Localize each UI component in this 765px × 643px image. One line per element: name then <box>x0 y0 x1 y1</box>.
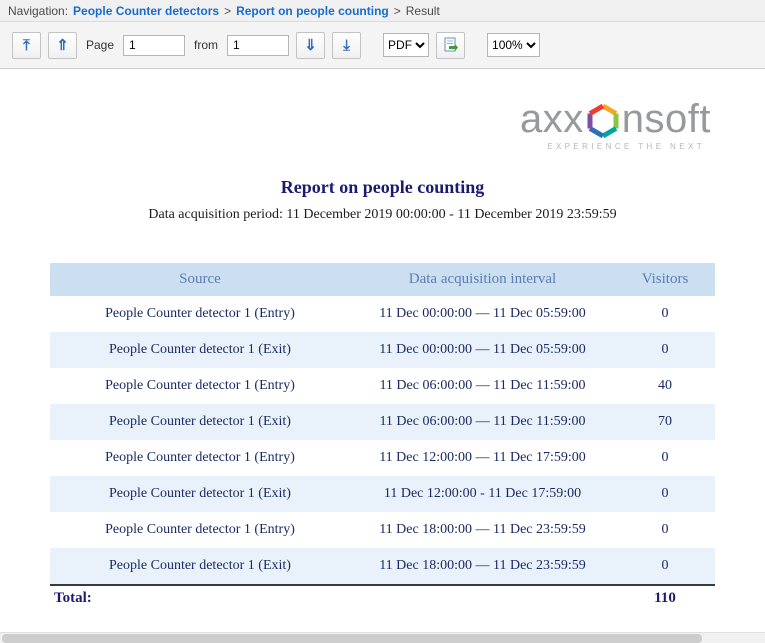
report-title: Report on people counting <box>0 177 765 198</box>
total-label: Total: <box>50 585 350 617</box>
breadcrumb-link-people-counter-detectors[interactable]: People Counter detectors <box>73 4 219 18</box>
cell-interval: 11 Dec 18:00:00 — 11 Dec 23:59:59 <box>350 548 615 585</box>
breadcrumb-current-result: Result <box>406 4 440 18</box>
report-table-container: Source Data acquisition interval Visitor… <box>50 263 715 617</box>
cell-source: People Counter detector 1 (Entry) <box>50 440 350 476</box>
cell-visitors: 0 <box>615 476 715 512</box>
cell-visitors: 0 <box>615 512 715 548</box>
page-label: Page <box>86 38 114 52</box>
table-row: People Counter detector 1 (Exit) 11 Dec … <box>50 404 715 440</box>
table-row: People Counter detector 1 (Entry) 11 Dec… <box>50 368 715 404</box>
cell-visitors: 70 <box>615 404 715 440</box>
column-header-interval: Data acquisition interval <box>350 263 615 296</box>
table-row: People Counter detector 1 (Exit) 11 Dec … <box>50 548 715 585</box>
total-spacer <box>350 585 615 617</box>
logo-tagline: EXPERIENCE THE NEXT <box>50 142 711 151</box>
horizontal-scrollbar-thumb[interactable] <box>2 634 702 643</box>
arrow-up-bar-icon: ⤒ <box>23 37 30 54</box>
arrow-down-icon: ⇓ <box>304 36 317 54</box>
previous-page-button[interactable]: ⇑ <box>48 32 77 59</box>
breadcrumb: Navigation: People Counter detectors > R… <box>0 0 765 22</box>
cell-interval: 11 Dec 12:00:00 - 11 Dec 17:59:00 <box>350 476 615 512</box>
table-row: People Counter detector 1 (Exit) 11 Dec … <box>50 476 715 512</box>
cell-source: People Counter detector 1 (Exit) <box>50 476 350 512</box>
cell-interval: 11 Dec 12:00:00 — 11 Dec 17:59:00 <box>350 440 615 476</box>
next-page-button[interactable]: ⇓ <box>296 32 325 59</box>
report-page: axx nsoft EXPERIENCE THE NEXT Report on … <box>0 69 765 617</box>
axxonsoft-logo: axx nsoft EXPERIENCE THE NEXT <box>50 99 715 151</box>
cell-visitors: 0 <box>615 440 715 476</box>
table-row: People Counter detector 1 (Entry) 11 Dec… <box>50 512 715 548</box>
breadcrumb-link-report-on-people-counting[interactable]: Report on people counting <box>236 4 389 18</box>
breadcrumb-separator: > <box>394 4 401 18</box>
arrow-down-bar-icon: ⤓ <box>343 37 350 54</box>
cell-source: People Counter detector 1 (Entry) <box>50 368 350 404</box>
report-subtitle: Data acquisition period: 11 December 201… <box>0 207 765 223</box>
cell-visitors: 0 <box>615 548 715 585</box>
cell-source: People Counter detector 1 (Exit) <box>50 404 350 440</box>
cell-visitors: 0 <box>615 332 715 368</box>
column-header-visitors: Visitors <box>615 263 715 296</box>
last-page-button[interactable]: ⤓ <box>332 32 361 59</box>
hexagon-logo-icon <box>586 103 620 139</box>
export-document-icon <box>443 37 459 53</box>
logo-text-right: nsoft <box>622 99 711 139</box>
cell-visitors: 0 <box>615 296 715 332</box>
cell-interval: 11 Dec 00:00:00 — 11 Dec 05:59:00 <box>350 296 615 332</box>
export-format-select[interactable]: PDF <box>383 33 429 57</box>
people-counting-table: Source Data acquisition interval Visitor… <box>50 263 715 617</box>
table-row: People Counter detector 1 (Entry) 11 Dec… <box>50 296 715 332</box>
cell-interval: 11 Dec 06:00:00 — 11 Dec 11:59:00 <box>350 404 615 440</box>
total-value: 110 <box>615 585 715 617</box>
table-row: People Counter detector 1 (Entry) 11 Dec… <box>50 440 715 476</box>
table-row: People Counter detector 1 (Exit) 11 Dec … <box>50 332 715 368</box>
first-page-button[interactable]: ⤒ <box>12 32 41 59</box>
cell-interval: 11 Dec 00:00:00 — 11 Dec 05:59:00 <box>350 332 615 368</box>
column-header-source: Source <box>50 263 350 296</box>
page-number-input[interactable] <box>123 35 185 56</box>
cell-interval: 11 Dec 06:00:00 — 11 Dec 11:59:00 <box>350 368 615 404</box>
cell-source: People Counter detector 1 (Entry) <box>50 296 350 332</box>
cell-source: People Counter detector 1 (Exit) <box>50 332 350 368</box>
horizontal-scrollbar[interactable] <box>0 632 765 643</box>
cell-source: People Counter detector 1 (Exit) <box>50 548 350 585</box>
cell-source: People Counter detector 1 (Entry) <box>50 512 350 548</box>
report-toolbar: ⤒ ⇑ Page from ⇓ ⤓ PDF 100% <box>0 22 765 69</box>
table-header-row: Source Data acquisition interval Visitor… <box>50 263 715 296</box>
table-total-row: Total: 110 <box>50 585 715 617</box>
from-label: from <box>194 38 218 52</box>
breadcrumb-separator: > <box>224 4 231 18</box>
arrow-up-icon: ⇑ <box>56 36 69 54</box>
logo-text-left: axx <box>520 99 584 139</box>
page-total-input[interactable] <box>227 35 289 56</box>
cell-interval: 11 Dec 18:00:00 — 11 Dec 23:59:59 <box>350 512 615 548</box>
breadcrumb-prefix: Navigation: <box>8 4 68 18</box>
export-report-button[interactable] <box>436 32 465 59</box>
zoom-select[interactable]: 100% <box>487 33 540 57</box>
cell-visitors: 40 <box>615 368 715 404</box>
